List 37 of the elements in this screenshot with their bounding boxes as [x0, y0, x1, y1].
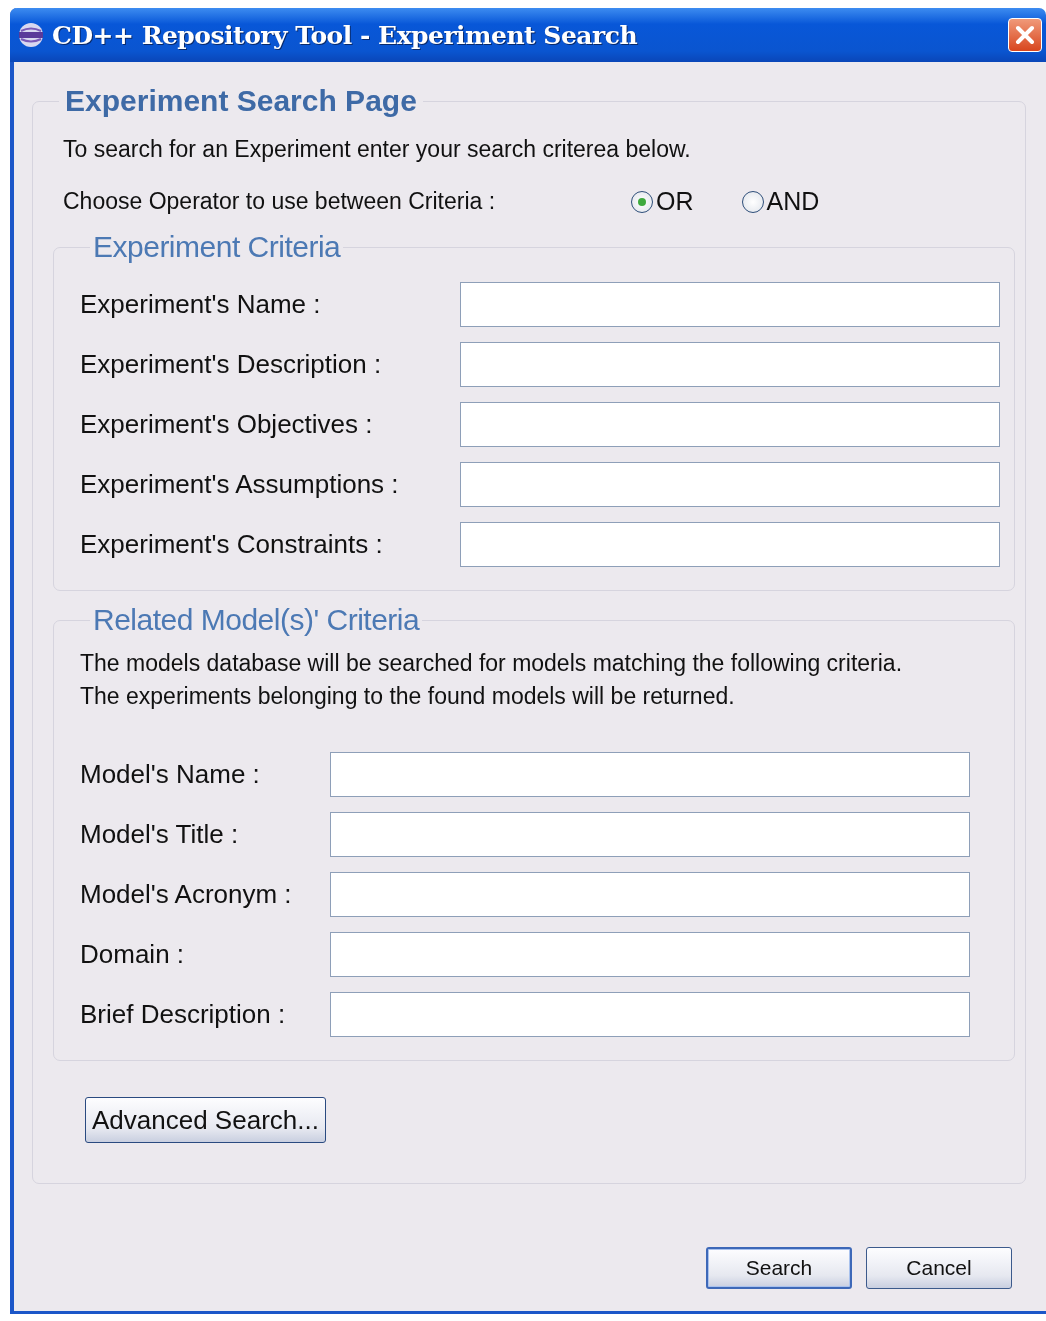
field-label: Model's Title : — [80, 818, 240, 850]
field-label: Experiment's Description : — [80, 348, 383, 380]
close-button[interactable] — [1008, 18, 1042, 52]
page-title: Experiment Search Page — [64, 84, 418, 118]
dialog-button[interactable]: Search — [706, 1247, 852, 1289]
input-field[interactable] — [460, 521, 1000, 567]
field-label: Experiment's Constraints : — [80, 528, 384, 560]
field-label: Domain : — [80, 938, 186, 970]
radio-button[interactable] — [741, 190, 764, 213]
radio-button[interactable] — [631, 190, 653, 213]
input-field[interactable] — [330, 991, 970, 1037]
field-label: Brief Description : — [80, 998, 287, 1030]
input-field[interactable] — [460, 281, 1000, 327]
group-title: Related Model(s)' Criteria — [92, 603, 421, 637]
description-text: The models database will be searched for models matching the following criteria. The experiments belonging to the found models will be returned. — [80, 649, 904, 711]
field-label: Model's Name : — [80, 758, 261, 790]
input-field[interactable] — [330, 871, 970, 917]
input-field[interactable] — [330, 931, 970, 977]
intro-text: To search for an Experiment enter your search criterea below. — [63, 136, 692, 163]
operator-label: Choose Operator to use between Criteria : — [63, 188, 497, 215]
radio-label[interactable]: OR — [656, 187, 694, 216]
input-field[interactable] — [460, 401, 1000, 447]
close-icon — [1015, 25, 1035, 45]
group-title: Experiment Criteria — [92, 230, 342, 264]
input-field[interactable] — [460, 461, 1000, 507]
input-field[interactable] — [460, 341, 1000, 387]
globe-icon — [18, 22, 44, 48]
field-label: Model's Acronym : — [80, 878, 293, 910]
field-label: Experiment's Assumptions : — [80, 468, 400, 500]
input-field[interactable] — [330, 751, 970, 797]
field-label: Experiment's Objectives : — [80, 408, 374, 440]
advanced-search-button[interactable]: Advanced Search... — [85, 1097, 326, 1143]
field-label: Experiment's Name : — [80, 288, 322, 320]
input-field[interactable] — [330, 811, 970, 857]
window-title: CD++ Repository Tool - Experiment Search — [52, 20, 639, 50]
dialog-button[interactable]: Cancel — [866, 1247, 1012, 1289]
radio-label[interactable]: AND — [766, 187, 820, 216]
